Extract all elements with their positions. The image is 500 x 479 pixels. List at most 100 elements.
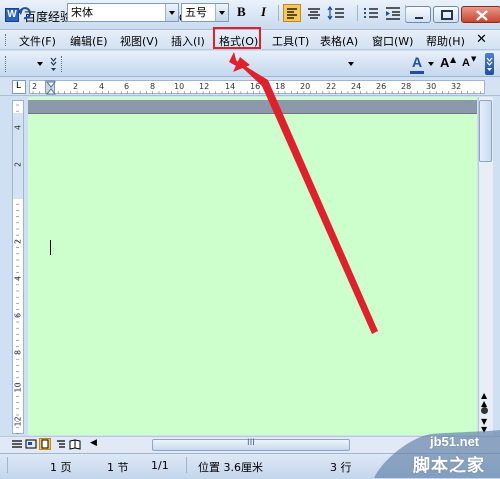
line-spacing-button[interactable] [327,4,345,22]
status-position: 位置 3.6厘米 [198,461,263,474]
previous-page-icon[interactable]: ▲ ▲ [481,392,487,408]
font-name-value: 宋体 [71,6,93,19]
close-window-button[interactable] [461,6,500,23]
ruler-number: 16 [250,82,261,91]
ruler-number: 14 [225,82,236,91]
ruler-number: 6 [124,82,130,91]
close-document-button[interactable]: ✕ [476,32,487,47]
vertical-scrollbar-thumb[interactable] [479,100,492,162]
indent-icon [386,7,400,20]
chevron-down-icon[interactable] [427,59,435,69]
italic-button[interactable]: I [261,4,266,20]
toolbar-separator [357,5,358,21]
menu-window[interactable]: 窗口(W) [372,33,413,49]
page-top-margin-bar [28,100,477,114]
grow-font-button[interactable]: A [440,55,449,70]
vertical-ruler-number: 2 [13,238,23,245]
vertical-ruler-number: 10 [13,382,23,393]
minimize-button[interactable] [405,6,431,23]
toolbar-grip[interactable] [5,56,8,72]
status-line: 3 行 [330,461,352,474]
ruler-number: 2 [73,82,79,91]
menu-edit[interactable]: 编辑(E) [70,33,108,49]
chevron-down-icon[interactable] [165,4,178,21]
print-layout-view-icon[interactable] [39,438,51,450]
web-layout-view-icon[interactable] [25,438,37,450]
maximize-icon [441,10,453,20]
line-spacing-icon [327,5,344,21]
status-page: 1 页 [50,461,72,474]
indent-button[interactable] [384,4,402,22]
ruler-number: 32 [451,82,462,91]
vertical-ruler-number: 4 [13,275,23,282]
menu-grip[interactable] [5,34,8,46]
outline-view-icon[interactable] [55,438,67,450]
watermark-site: jb51.net [430,434,480,449]
format-menu-highlight-box [213,27,261,49]
font-color-button[interactable]: A [412,54,422,70]
font-size-value: 五号 [185,6,207,19]
watermark-brand: 脚本之家 [413,456,485,476]
vertical-ruler-number: 8 [13,349,23,356]
ruler-number: 20 [300,82,311,91]
ruler-number: 22 [326,82,337,91]
ruler-number: 8 [150,82,156,91]
font-name-select[interactable]: 宋体 [67,3,179,22]
vertical-ruler-number: 2 [13,161,23,168]
maximize-button[interactable] [433,6,459,23]
indent-marker-icon [45,81,57,95]
ruler-number: 30 [426,82,437,91]
formatting-toolbar [0,51,500,77]
toolbar-grip-2[interactable] [61,56,64,72]
undo-dropdown-icon[interactable] [35,59,45,69]
normal-view-icon[interactable] [11,438,23,450]
horizontal-scrollbar-thumb[interactable]: III [152,438,350,451]
numbered-list-button[interactable] [362,4,380,22]
menu-insert[interactable]: 插入(I) [171,33,205,49]
reading-layout-view-icon[interactable] [69,438,81,450]
bold-button[interactable]: B [237,4,246,20]
chevron-down-icon[interactable] [215,4,228,21]
vertical-ruler-number: 4 [13,124,23,131]
undo-icon [17,7,31,20]
ruler-number: 2 [32,82,38,91]
menu-table[interactable]: 表格(A) [320,33,358,49]
font-size-select[interactable]: 五号 [181,3,229,22]
scroll-left-icon[interactable]: ◀ [90,438,97,448]
align-left-button[interactable] [283,4,301,22]
indent-marker[interactable] [45,80,57,95]
toolbar-separator [405,5,406,21]
status-section: 1 节 [107,461,129,474]
select-browse-object-icon[interactable] [481,407,488,414]
menu-view[interactable]: 视图(V) [120,33,158,49]
toolbar-options-button[interactable] [485,53,494,75]
undo-button[interactable] [15,4,33,22]
minimize-icon [415,17,423,19]
tab-selector-button[interactable]: L [12,80,26,94]
vertical-ruler-number: 12 [13,416,23,427]
scroll-grip: III [247,438,255,448]
menu-tools[interactable]: 工具(T) [272,33,309,49]
numbered-list-icon [364,8,378,18]
ruler-number: 4 [99,82,105,91]
ruler-number: 24 [351,82,362,91]
toolbar-options-chevron-icon[interactable] [49,54,58,74]
menu-file[interactable]: 文件(F) [19,33,56,49]
chevron-down-icon[interactable] [347,59,355,69]
font-color-swatch [410,71,424,74]
align-center-icon [308,8,320,19]
align-center-button[interactable] [305,4,323,22]
ruler-number: 26 [376,82,387,91]
document-area[interactable] [28,97,477,435]
ruler-number: 18 [275,82,286,91]
grow-arrow-icon: ▲ [450,55,457,64]
align-left-icon [287,8,297,19]
toolbar-separator [278,5,279,21]
menu-help[interactable]: 帮助(H) [426,33,465,49]
close-icon [476,10,488,21]
status-page-of: 1/1 [151,459,169,472]
ruler-number: 28 [401,82,412,91]
status-divider [7,457,8,473]
shrink-font-button[interactable]: A [462,57,470,69]
ruler-number: 12 [199,82,210,91]
